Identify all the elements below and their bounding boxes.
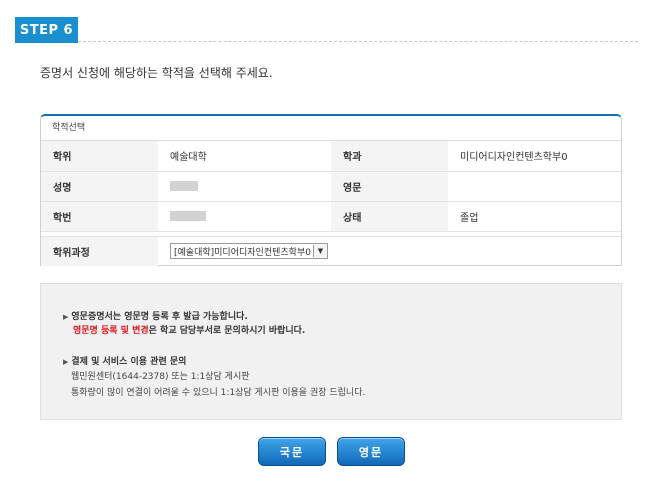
name-value xyxy=(158,171,331,202)
table-row: 학번 상태 졸업 xyxy=(41,201,621,232)
name-label: 성명 xyxy=(41,171,158,202)
notice-line: 웹민원센터(1644-2378) 또는 1:1상담 게시판 xyxy=(71,372,250,382)
table-row: 학위 예술대학 학과 미디어디자인컨텐츠학부0 xyxy=(41,141,621,172)
table-row: 성명 영문 xyxy=(41,171,621,202)
course-select[interactable]: [예술대학]미디어디자인컨텐츠학부0 ▼ xyxy=(170,243,328,260)
status-label: 상태 xyxy=(331,201,448,232)
notice-payment-heading: 결제 및 서비스 이용 관련 문의 xyxy=(71,357,187,367)
academic-info-table: 학위 예술대학 학과 미디어디자인컨텐츠학부0 성명 영문 학번 상태 졸업 학… xyxy=(41,141,621,266)
redacted-student-id xyxy=(170,210,206,221)
step-badge: STEP 6 xyxy=(15,17,78,43)
notice-box: ▶ 영문증명서는 영문명 등록 후 발급 가능합니다. 영문명 등록 및 변경은 … xyxy=(40,283,622,420)
course-cell: [예술대학]미디어디자인컨텐츠학부0 ▼ xyxy=(158,236,621,266)
status-value: 졸업 xyxy=(448,201,621,232)
step-divider xyxy=(78,41,638,42)
instruction-text: 증명서 신청에 해당하는 학적을 선택해 주세요. xyxy=(40,66,273,80)
student-id-value xyxy=(158,201,331,232)
korean-certificate-button[interactable]: 국문 xyxy=(258,437,326,466)
notice-line: ▶ 영문증명서는 영문명 등록 후 발급 가능합니다. xyxy=(63,309,248,322)
notice-line: 영문명 등록 및 변경은 학교 담당부서로 문의하시기 바랍니다. xyxy=(63,323,305,336)
chevron-down-icon[interactable]: ▼ xyxy=(312,245,327,258)
notice-contact-text: 은 학교 담당부서로 문의하시기 바랍니다. xyxy=(148,326,306,336)
academic-record-panel: 학적선택 학위 예술대학 학과 미디어디자인컨텐츠학부0 성명 영문 학번 상태… xyxy=(40,114,622,266)
english-name-value xyxy=(448,171,621,202)
notice-line: ▶ 결제 및 서비스 이용 관련 문의 xyxy=(63,354,186,367)
course-label: 학위과정 xyxy=(41,236,158,266)
student-id-label: 학번 xyxy=(41,201,158,232)
degree-label: 학위 xyxy=(41,141,158,172)
english-certificate-button[interactable]: 영문 xyxy=(337,437,405,466)
notice-red-text: 영문명 등록 및 변경 xyxy=(73,326,149,336)
bullet-icon: ▶ xyxy=(63,313,69,321)
table-row: 학위과정 [예술대학]미디어디자인컨텐츠학부0 ▼ xyxy=(41,236,621,266)
degree-value: 예술대학 xyxy=(158,141,331,172)
notice-line: 통화량이 많이 연결이 어려울 수 있으니 1:1상담 게시판 이용을 권장 드… xyxy=(71,388,366,398)
department-label: 학과 xyxy=(331,141,448,172)
department-value: 미디어디자인컨텐츠학부0 xyxy=(448,141,621,172)
redacted-name xyxy=(170,180,198,191)
panel-title: 학적선택 xyxy=(41,116,621,141)
notice-english-cert: 영문증명서는 영문명 등록 후 발급 가능합니다. xyxy=(71,312,248,322)
bullet-icon: ▶ xyxy=(63,358,69,366)
course-select-value: [예술대학]미디어디자인컨텐츠학부0 xyxy=(174,247,311,258)
english-name-label: 영문 xyxy=(331,171,448,202)
